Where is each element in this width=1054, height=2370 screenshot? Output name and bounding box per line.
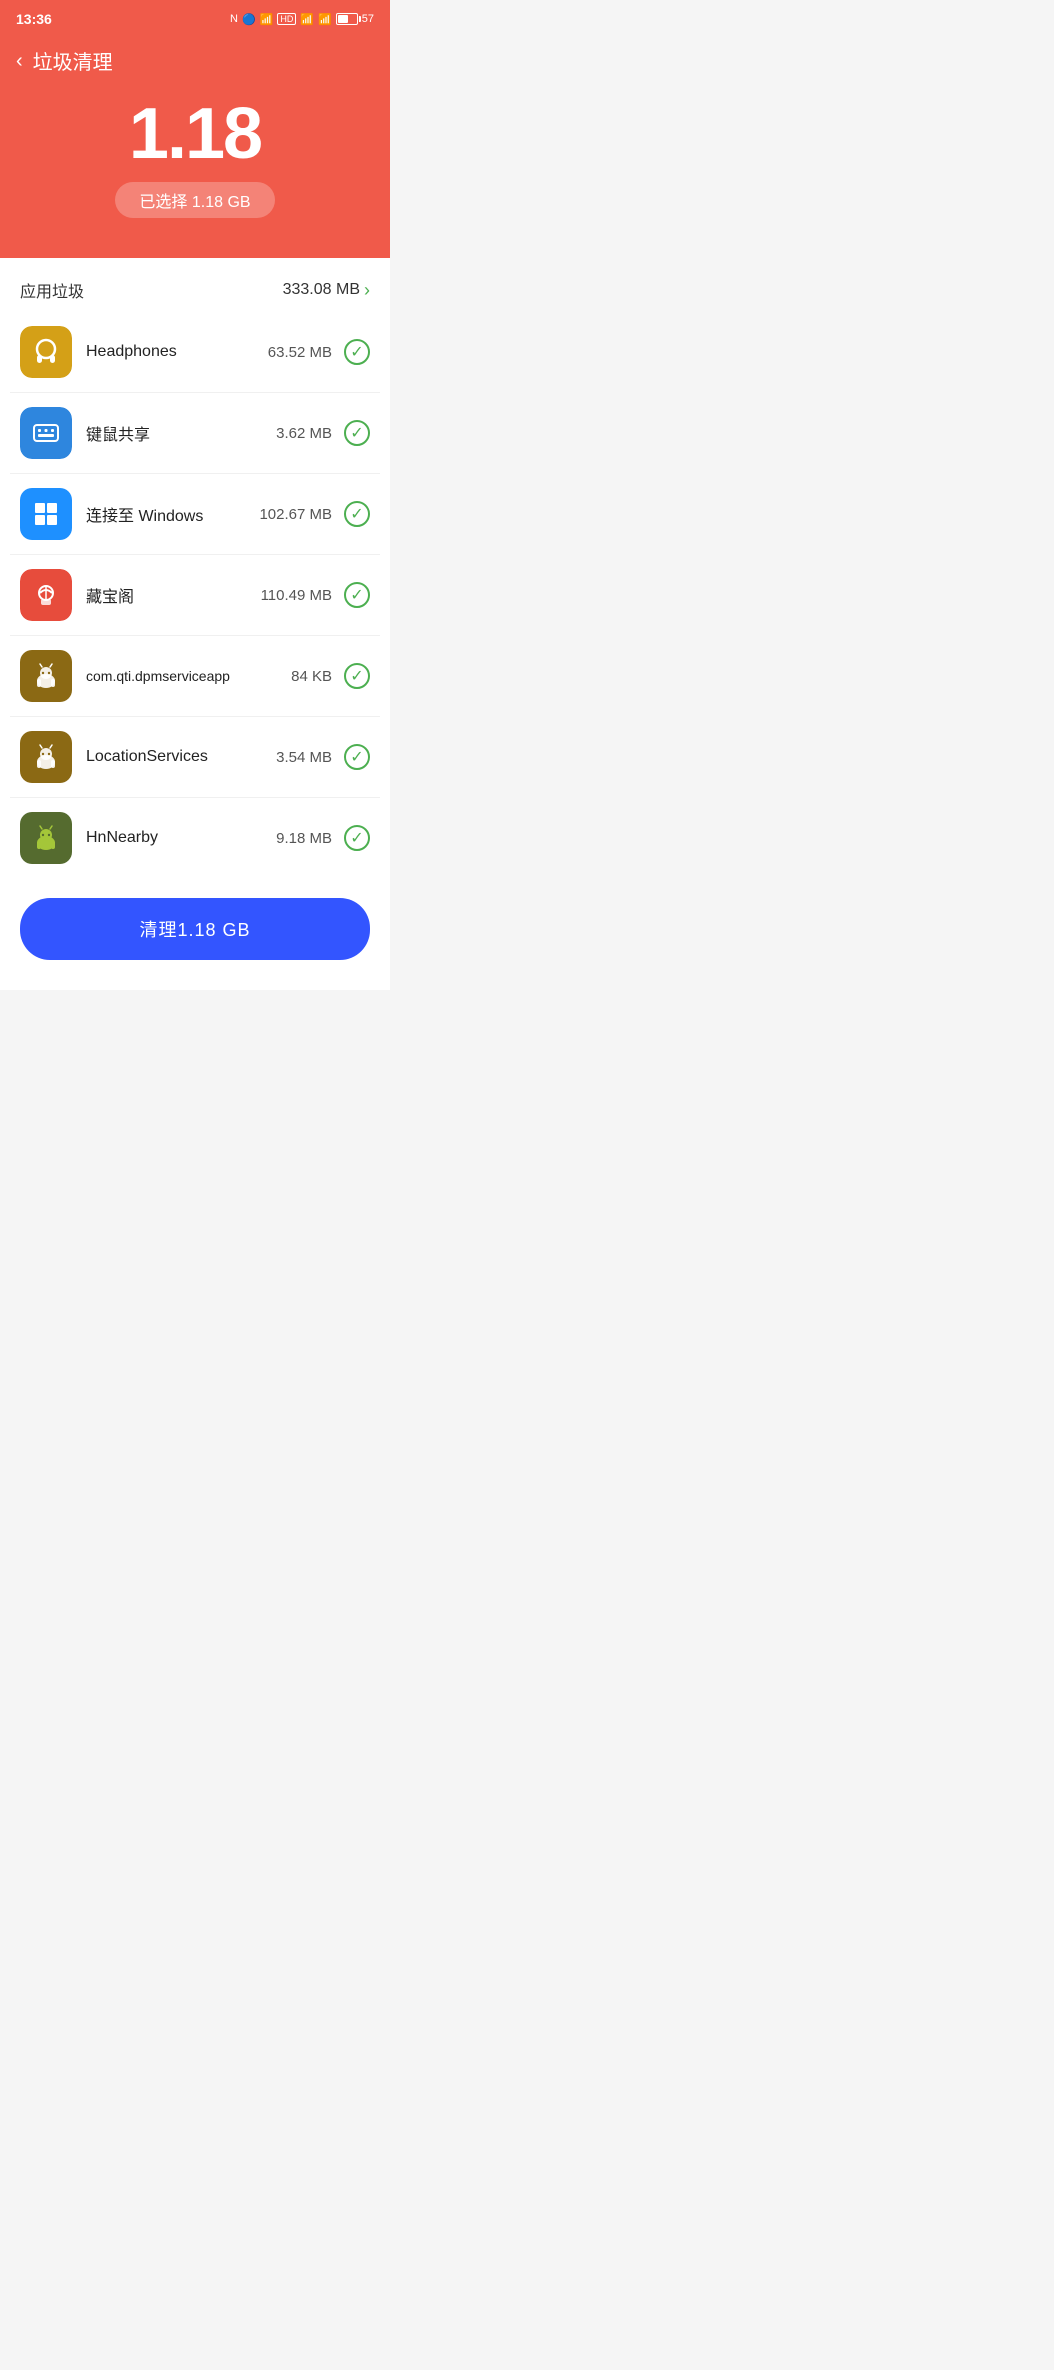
nfc-icon: N (230, 13, 238, 25)
check-dpm[interactable]: ✓ (344, 663, 370, 689)
app-name-dpm: com.qti.dpmserviceapp (86, 668, 291, 684)
clean-button[interactable]: 清理1.18 GB (20, 898, 370, 960)
section-size: 333.08 MB (283, 281, 360, 299)
battery-icon (336, 13, 358, 25)
bottom-bar: 清理1.18 GB (0, 878, 390, 990)
app-name-hnnearby: HnNearby (86, 829, 276, 847)
keyboard-icon (20, 407, 72, 459)
app-icon-treasure (20, 569, 72, 621)
app-icon-windows (20, 488, 72, 540)
signal-icon2: 📶 (318, 13, 332, 26)
check-location[interactable]: ✓ (344, 744, 370, 770)
app-size-windows: 102.67 MB (259, 506, 332, 523)
app-size-hnnearby: 9.18 MB (276, 830, 332, 847)
hero-badge: 已选择 1.18 GB (115, 182, 274, 218)
check-treasure[interactable]: ✓ (344, 582, 370, 608)
app-size-dpm: 84 KB (291, 668, 332, 685)
app-icon-keyboard (20, 407, 72, 459)
bluetooth-icon: 🔵 (242, 13, 256, 26)
headphones-icon (20, 326, 72, 378)
signal-icon1: 📶 (300, 13, 314, 26)
check-headphones[interactable]: ✓ (344, 339, 370, 365)
status-icons: N 🔵 📶 HD 📶 📶 57 (230, 13, 374, 26)
page-header: ‹ 垃圾清理 (0, 36, 390, 75)
app-size-location: 3.54 MB (276, 749, 332, 766)
dpm-icon (20, 650, 72, 702)
app-name-treasure: 藏宝阁 (86, 583, 261, 607)
battery-fill (338, 15, 348, 23)
app-size-keyboard: 3.62 MB (276, 425, 332, 442)
app-icon-headphones (20, 326, 72, 378)
app-item-hnnearby[interactable]: HnNearby 9.18 MB ✓ (10, 798, 380, 878)
wifi-icon: 📶 (260, 13, 274, 26)
app-icon-location (20, 731, 72, 783)
hero-badge-size: 1.18 GB (192, 194, 251, 211)
hero-section: 1.18 已选择 1.18 GB (0, 75, 390, 258)
treasure-icon (20, 569, 72, 621)
app-name-keyboard: 键鼠共享 (86, 421, 276, 445)
section-expand-icon[interactable]: › (364, 280, 370, 301)
app-item-windows[interactable]: 连接至 Windows 102.67 MB ✓ (10, 474, 380, 555)
check-keyboard[interactable]: ✓ (344, 420, 370, 446)
app-name-windows: 连接至 Windows (86, 502, 259, 526)
hero-number: 1.18 (20, 95, 370, 174)
app-item-dpm[interactable]: com.qti.dpmserviceapp 84 KB ✓ (10, 636, 380, 717)
windows-icon (20, 488, 72, 540)
app-name-location: LocationServices (86, 748, 276, 766)
app-list: Headphones 63.52 MB ✓ 键鼠共享 3.62 MB (0, 312, 390, 878)
app-item-keyboard[interactable]: 键鼠共享 3.62 MB ✓ (10, 393, 380, 474)
section-header: 应用垃圾 333.08 MB › (0, 258, 390, 312)
status-bar: 13:36 N 🔵 📶 HD 📶 📶 57 (0, 0, 390, 36)
app-size-headphones: 63.52 MB (268, 344, 332, 361)
content-area: 应用垃圾 333.08 MB › Headphones 63.52 MB ✓ (0, 258, 390, 990)
section-size-area: 333.08 MB › (283, 280, 370, 301)
app-name-headphones: Headphones (86, 343, 268, 361)
app-item-treasure[interactable]: 藏宝阁 110.49 MB ✓ (10, 555, 380, 636)
page-title: 垃圾清理 (33, 46, 113, 75)
location-icon (20, 731, 72, 783)
hero-badge-prefix: 已选择 (139, 194, 187, 211)
status-time: 13:36 (16, 11, 52, 27)
app-icon-hnnearby (20, 812, 72, 864)
app-item-location[interactable]: LocationServices 3.54 MB ✓ (10, 717, 380, 798)
app-size-treasure: 110.49 MB (261, 587, 332, 604)
app-icon-dpm (20, 650, 72, 702)
hnnearby-icon (20, 812, 72, 864)
app-item-headphones[interactable]: Headphones 63.52 MB ✓ (10, 312, 380, 393)
hd-badge: HD (277, 13, 296, 25)
check-hnnearby[interactable]: ✓ (344, 825, 370, 851)
back-button[interactable]: ‹ (16, 51, 23, 71)
check-windows[interactable]: ✓ (344, 501, 370, 527)
battery-percent: 57 (362, 13, 374, 25)
section-label: 应用垃圾 (20, 278, 84, 302)
